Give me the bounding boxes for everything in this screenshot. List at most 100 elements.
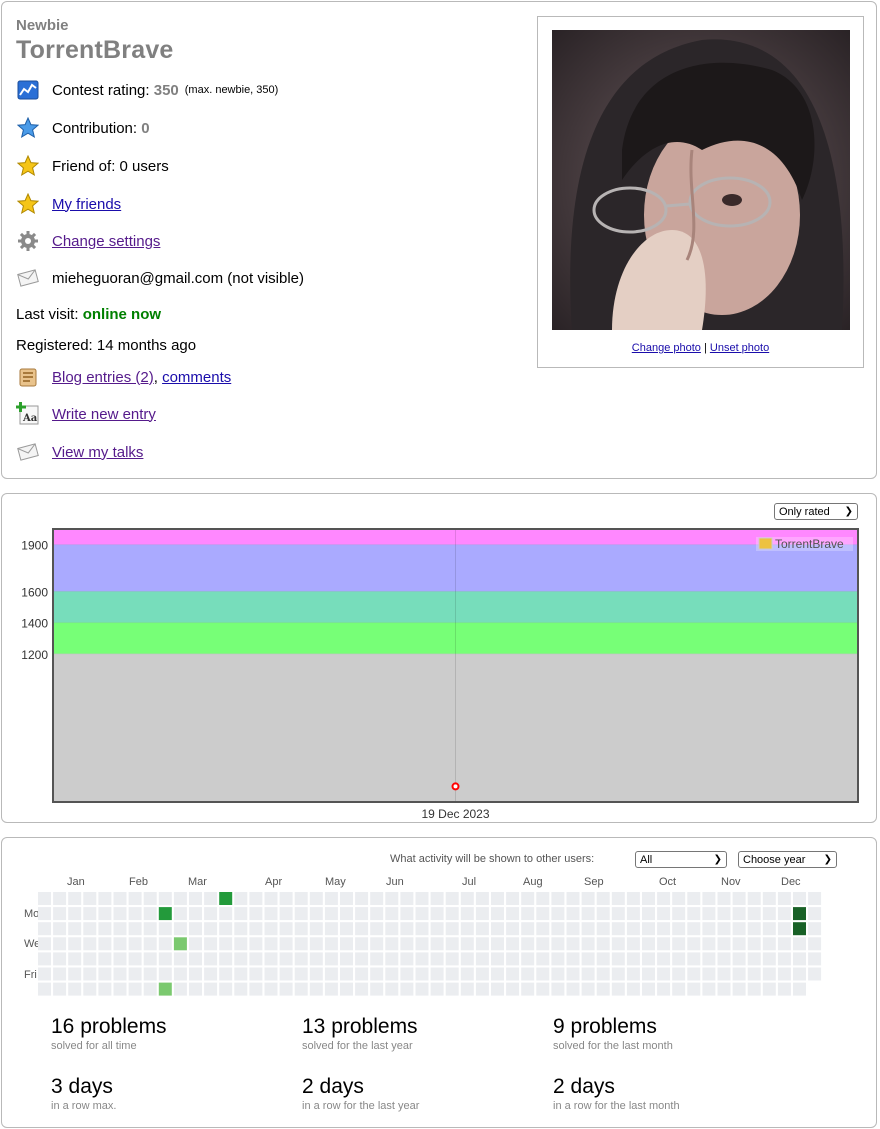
stat-value: 3 days <box>51 1075 113 1098</box>
activity-day-cell <box>143 967 157 981</box>
activity-day-cell <box>324 937 338 951</box>
activity-day-cell <box>475 982 489 996</box>
activity-day-cell <box>173 907 187 921</box>
registered-row: Registered: 14 months ago <box>16 332 196 358</box>
activity-day-cell <box>38 982 51 996</box>
activity-day-cell <box>324 952 338 966</box>
activity-day-cell <box>400 922 414 936</box>
activity-day-cell <box>309 937 323 951</box>
activity-day-cell <box>83 922 97 936</box>
activity-day-cell <box>279 907 293 921</box>
activity-day-cell <box>521 952 535 966</box>
activity-day-cell <box>702 982 716 996</box>
activity-day-cell <box>702 937 716 951</box>
write-new-entry-link[interactable]: Write new entry <box>52 406 156 423</box>
activity-day-cell <box>475 937 489 951</box>
activity-day-cell <box>340 907 353 921</box>
activity-day-cell <box>793 952 806 966</box>
activity-day-cell <box>83 937 97 951</box>
activity-day-cell <box>687 937 701 951</box>
activity-day-cell <box>385 892 399 905</box>
activity-day-cell <box>385 922 399 936</box>
activity-day-cell <box>551 892 565 905</box>
activity-day-cell <box>385 907 399 921</box>
activity-day-cell <box>324 892 338 905</box>
activity-day-cell <box>551 922 565 936</box>
activity-day-cell <box>460 952 474 966</box>
activity-day-cell <box>249 907 263 921</box>
change-settings-row: Change settings <box>16 228 160 254</box>
activity-day-cell <box>189 907 202 921</box>
activity-day-cell <box>521 967 535 981</box>
activity-day-cell <box>460 892 474 905</box>
activity-day-cell <box>717 982 731 996</box>
activity-day-cell <box>264 952 278 966</box>
activity-day-cell <box>566 982 580 996</box>
activity-day-cell <box>596 967 610 981</box>
activity-day-cell <box>83 907 97 921</box>
activity-day-cell <box>445 967 459 981</box>
activity-day-cell <box>234 907 248 921</box>
stat-value: 13 problems <box>302 1015 418 1038</box>
activity-day-cell <box>53 967 67 981</box>
talks-row: View my talks <box>16 439 143 465</box>
activity-day-cell <box>717 967 731 981</box>
activity-day-cell <box>445 952 459 966</box>
activity-day-cell <box>98 982 112 996</box>
activity-day-cell <box>113 922 127 936</box>
blog-entries-link[interactable]: Blog entries (2) <box>52 369 154 386</box>
activity-day-cell <box>83 967 97 981</box>
activity-day-cell <box>626 922 640 936</box>
comments-link[interactable]: comments <box>162 369 231 386</box>
activity-day-cell <box>521 907 535 921</box>
change-settings-link[interactable]: Change settings <box>52 233 160 250</box>
activity-day-cell <box>762 982 776 996</box>
activity-day-cell <box>475 967 489 981</box>
activity-day-cell <box>143 952 157 966</box>
my-friends-row: My friends <box>16 191 121 217</box>
stat-value: 2 days <box>553 1075 615 1098</box>
activity-day-cell <box>732 892 746 905</box>
activity-day-cell <box>294 967 308 981</box>
activity-day-cell <box>536 937 550 951</box>
activity-day-cell <box>506 967 520 981</box>
activity-day-cell <box>762 937 776 951</box>
y-tick-label: 1200 <box>21 648 48 662</box>
activity-day-cell <box>249 952 263 966</box>
activity-day-cell <box>445 937 459 951</box>
activity-day-cell <box>234 982 248 996</box>
activity-day-cell <box>173 982 187 996</box>
activity-day-cell <box>430 982 444 996</box>
activity-day-cell <box>777 922 791 936</box>
activity-day-cell <box>173 967 187 981</box>
activity-day-cell <box>204 937 218 951</box>
gear-icon <box>16 229 40 253</box>
activity-day-cell <box>128 952 142 966</box>
activity-day-cell <box>566 907 580 921</box>
change-photo-link[interactable]: Change photo <box>632 342 701 354</box>
unset-photo-link[interactable]: Unset photo <box>710 342 769 354</box>
view-talks-link[interactable]: View my talks <box>52 444 143 461</box>
activity-day-cell <box>506 922 520 936</box>
activity-day-cell <box>113 952 127 966</box>
activity-day-cell <box>143 922 157 936</box>
my-friends-link[interactable]: My friends <box>52 196 121 213</box>
activity-day-cell <box>370 892 384 905</box>
activity-day-cell <box>762 952 776 966</box>
legend-label: TorrentBrave <box>775 537 844 551</box>
activity-day-cell <box>279 952 293 966</box>
activity-day-cell <box>793 922 806 936</box>
activity-day-cell <box>355 952 369 966</box>
activity-day-cell <box>777 967 791 981</box>
activity-day-cell <box>747 922 761 936</box>
activity-day-cell <box>264 922 278 936</box>
activity-day-cell <box>672 922 686 936</box>
activity-day-cell <box>626 892 640 905</box>
activity-day-cell <box>219 907 233 921</box>
activity-day-cell <box>521 982 535 996</box>
activity-day-cell <box>340 937 353 951</box>
activity-day-cell <box>777 937 791 951</box>
activity-day-cell <box>808 922 822 936</box>
activity-day-cell <box>143 907 157 921</box>
activity-day-cell <box>234 892 248 905</box>
